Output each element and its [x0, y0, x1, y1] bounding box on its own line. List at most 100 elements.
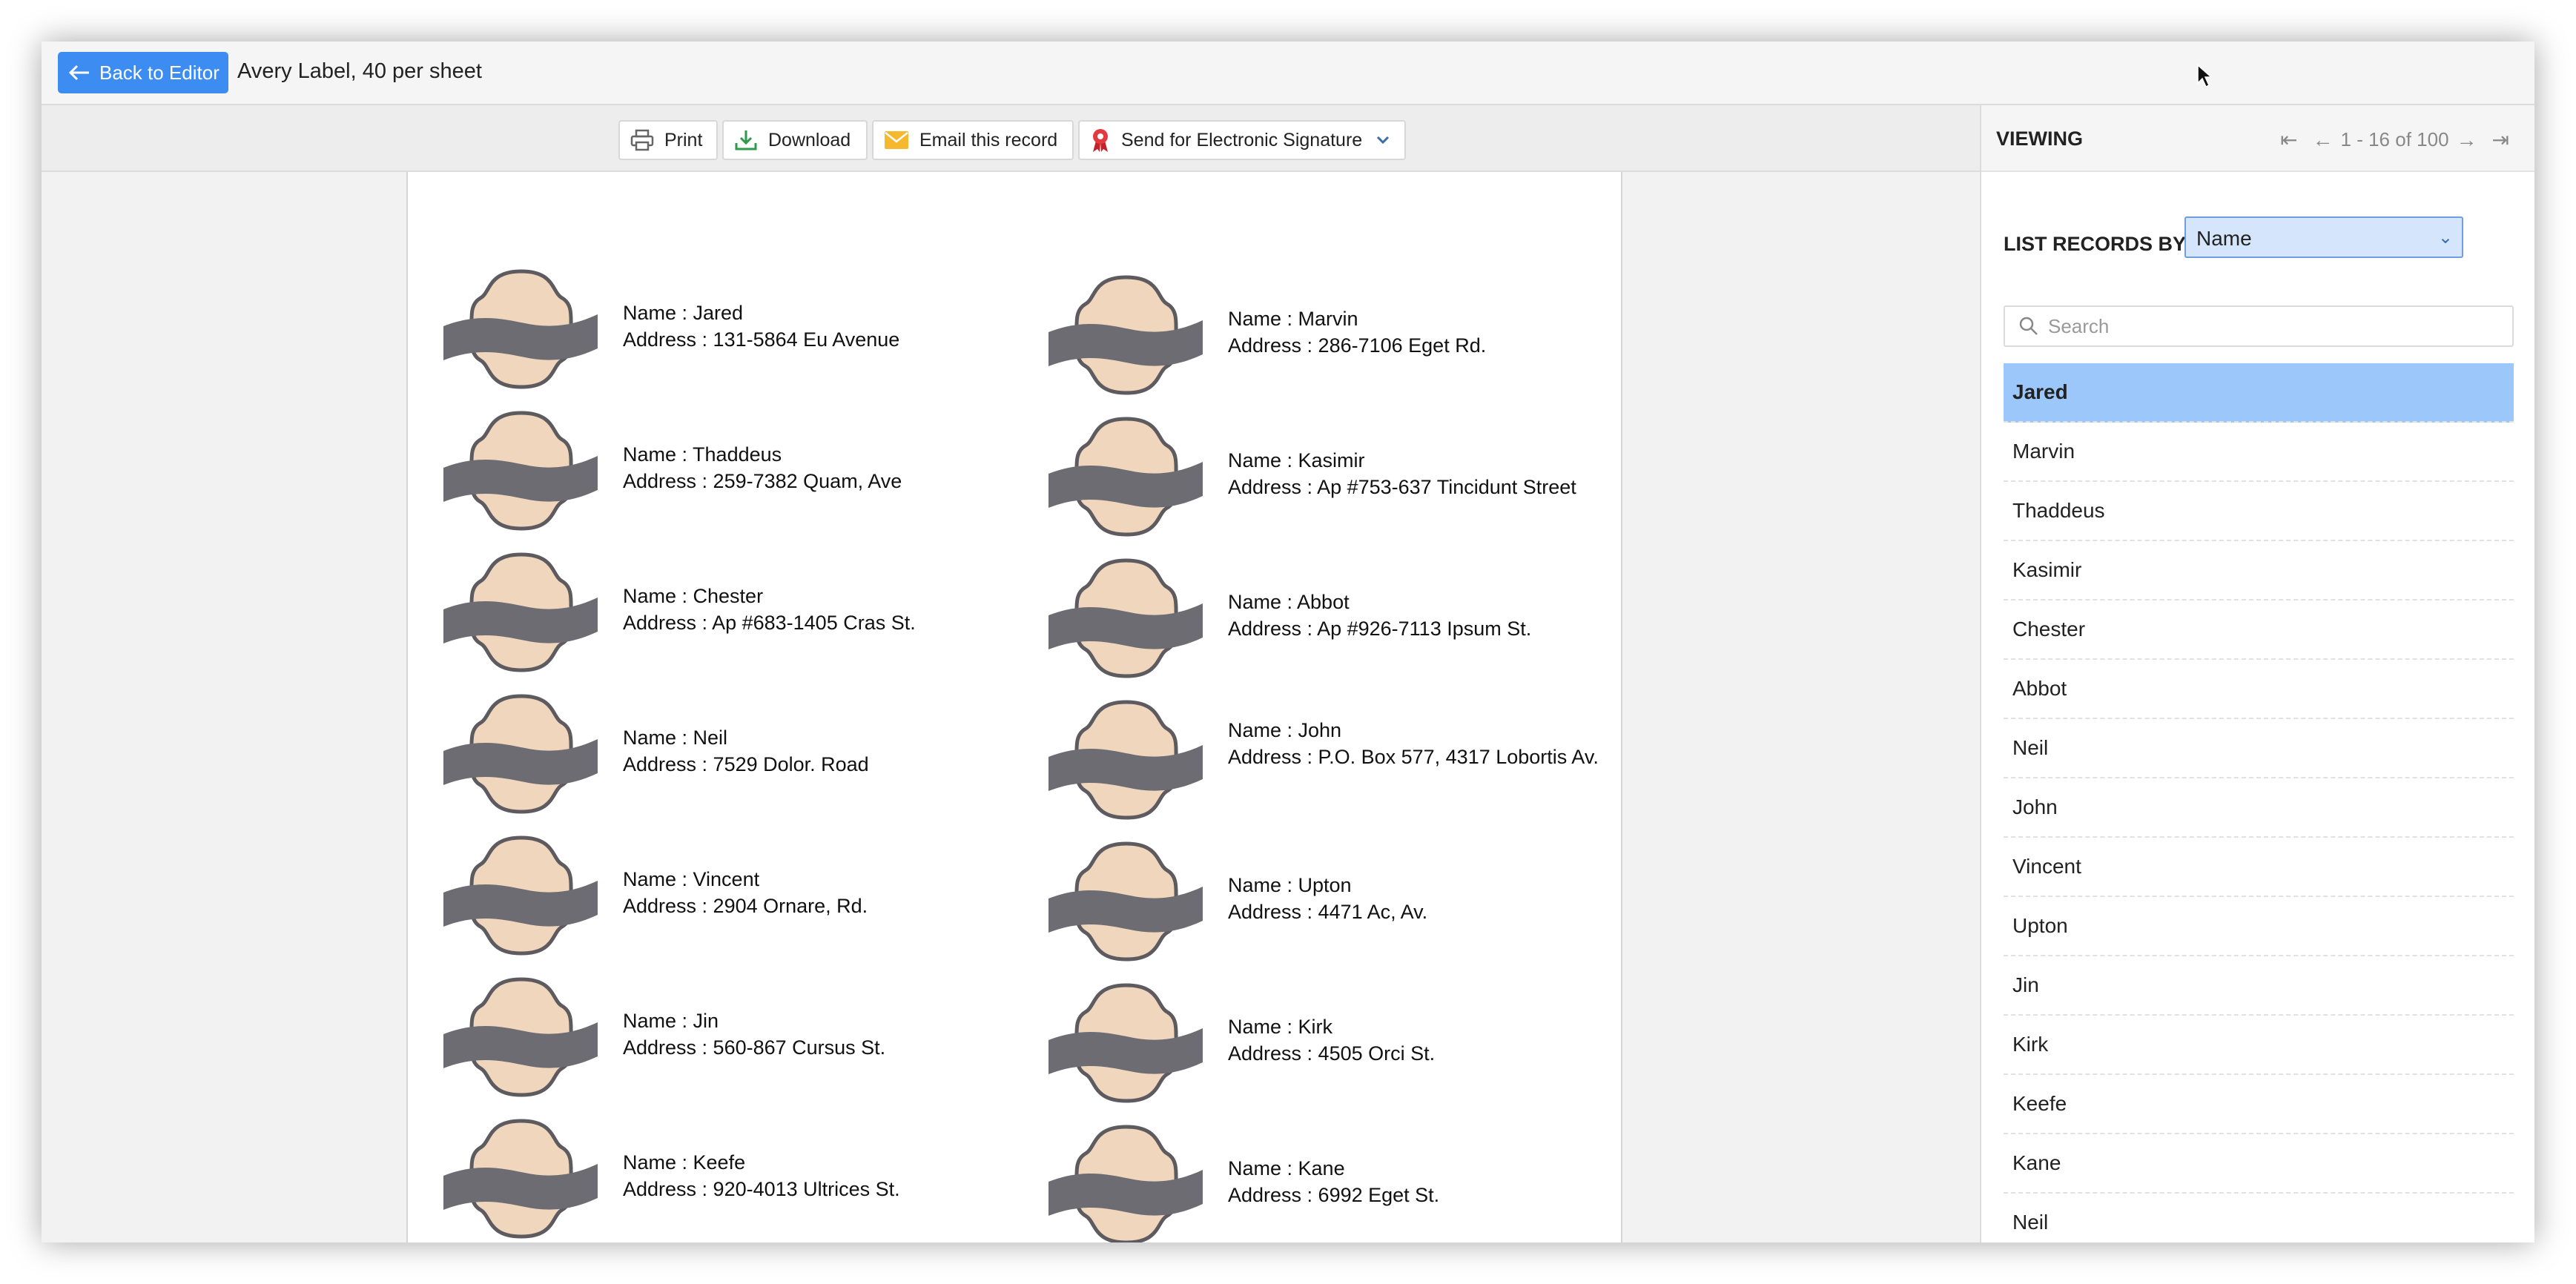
email-record-button[interactable]: Email this record: [872, 120, 1074, 160]
chevron-down-icon: [1377, 136, 1390, 145]
email-label: Email this record: [919, 129, 1058, 150]
label-text: Name : Neil Address : 7529 Dolor. Road: [623, 724, 1008, 778]
label-cell: Name : Neil Address : 7529 Dolor. Road: [442, 692, 1035, 818]
label-text: Name : Keefe Address : 920-4013 Ultrices …: [623, 1149, 1008, 1202]
label-name: Name : Kasimir: [1228, 449, 1365, 471]
printer-icon: [630, 129, 654, 151]
label-badge-icon: [443, 269, 598, 389]
label-cell: Name : Vincent Address : 2904 Ornare, Rd.: [442, 833, 1035, 959]
label-badge-icon: [1048, 558, 1203, 678]
record-list-item[interactable]: Thaddeus: [2004, 482, 2514, 541]
record-list-item[interactable]: Neil: [2004, 719, 2514, 778]
label-badge-icon: [1048, 841, 1203, 962]
record-list-item[interactable]: Kirk: [2004, 1016, 2514, 1075]
label-name: Name : Kane: [1228, 1157, 1345, 1179]
record-list-item[interactable]: Kasimir: [2004, 541, 2514, 600]
label-text: Name : Thaddeus Address : 259-7382 Quam, …: [623, 441, 1008, 494]
label-text: Name : Chester Address : Ap #683-1405 Cra…: [623, 583, 1008, 636]
label-address: Address : P.O. Box 577, 4317 Lobortis Av…: [1228, 746, 1599, 768]
back-to-editor-button[interactable]: Back to Editor: [58, 52, 228, 93]
label-cell: Name : Marvin Address : 286-7106 Eget Rd.: [1047, 273, 1640, 399]
viewing-heading: VIEWING: [1996, 128, 2084, 150]
label-sheet: Name : Jared Address : 131-5864 Eu Avenue…: [406, 172, 1622, 1242]
label-address: Address : 7529 Dolor. Road: [623, 753, 869, 775]
label-address: Address : 560-867 Cursus St.: [623, 1036, 886, 1059]
download-button[interactable]: Download: [722, 120, 868, 160]
record-list-item[interactable]: Chester: [2004, 600, 2514, 660]
previous-page-icon[interactable]: ←: [2313, 128, 2334, 152]
record-list-item[interactable]: Neil: [2004, 1194, 2514, 1242]
label-cell: Name : Chester Address : Ap #683-1405 Cra…: [442, 550, 1035, 676]
label-address: Address : Ap #683-1405 Cras St.: [623, 612, 916, 634]
mouse-cursor-icon: [2197, 64, 2213, 88]
label-name: Name : Thaddeus: [623, 443, 782, 466]
print-button[interactable]: Print: [618, 120, 718, 160]
label-address: Address : 6992 Eget St.: [1228, 1184, 1440, 1206]
label-cell: Name : Thaddeus Address : 259-7382 Quam, …: [442, 408, 1035, 535]
label-badge-icon: [1048, 983, 1203, 1103]
record-list-item[interactable]: Abbot: [2004, 660, 2514, 719]
search-input[interactable]: Search: [2004, 305, 2514, 347]
label-name: Name : Jared: [623, 302, 744, 324]
label-name: Name : Keefe: [623, 1151, 746, 1174]
label-cell: Name : Keefe Address : 920-4013 Ultrices …: [442, 1116, 1035, 1242]
label-badge-icon: [443, 411, 598, 531]
record-list-item[interactable]: Jared: [2004, 363, 2514, 423]
label-badge-icon: [443, 977, 598, 1097]
first-page-icon[interactable]: ⇤: [2280, 128, 2297, 152]
label-badge-icon: [443, 1119, 598, 1239]
next-page-icon[interactable]: →: [2457, 128, 2477, 152]
record-list-item[interactable]: Upton: [2004, 897, 2514, 956]
list-records-by-value: Name: [2196, 227, 2252, 250]
label-address: Address : 131-5864 Eu Avenue: [623, 328, 900, 351]
label-address: Address : 286-7106 Eget Rd.: [1228, 334, 1487, 357]
label-address: Address : 4471 Ac, Av.: [1228, 901, 1428, 923]
label-name: Name : John: [1228, 719, 1342, 741]
last-page-icon[interactable]: ⇥: [2492, 128, 2509, 152]
document-title: Avery Label, 40 per sheet: [237, 59, 482, 83]
label-address: Address : 920-4013 Ultrices St.: [623, 1178, 900, 1200]
label-text: Name : Marvin Address : 286-7106 Eget Rd.: [1228, 305, 1614, 359]
record-range: 1 - 16 of 100: [2340, 128, 2449, 150]
list-records-by-select[interactable]: Name ⌄: [2184, 216, 2463, 258]
label-name: Name : Chester: [623, 585, 764, 607]
electronic-signature-button[interactable]: Send for Electronic Signature: [1078, 120, 1406, 160]
label-name: Name : Marvin: [1228, 308, 1358, 330]
search-placeholder: Search: [2048, 314, 2110, 337]
record-list-item[interactable]: Kane: [2004, 1134, 2514, 1194]
preview-canvas: Name : Jared Address : 131-5864 Eu Avenue…: [42, 172, 1980, 1242]
download-label: Download: [768, 129, 851, 150]
record-list-item[interactable]: Jin: [2004, 956, 2514, 1016]
search-icon: [2019, 317, 2038, 335]
label-name: Name : Jin: [623, 1010, 719, 1032]
label-cell: Name : Abbot Address : Ap #926-7113 Ipsum…: [1047, 556, 1640, 682]
label-cell: Name : John Address : P.O. Box 577, 4317 …: [1047, 698, 1640, 824]
record-panel: VIEWING ⇤ ← 1 - 16 of 100 → ⇥ LIST RECOR…: [1980, 105, 2534, 1242]
label-name: Name : Upton: [1228, 874, 1352, 896]
record-list-item[interactable]: Vincent: [2004, 838, 2514, 897]
label-cell: Name : Upton Address : 4471 Ac, Av.: [1047, 839, 1640, 965]
toolbar: Print Download Email this record Send fo…: [42, 105, 1980, 172]
label-cell: Name : Kirk Address : 4505 Orci St.: [1047, 981, 1640, 1107]
label-address: Address : 259-7382 Quam, Ave: [623, 470, 902, 492]
label-text: Name : Abbot Address : Ap #926-7113 Ipsum…: [1228, 589, 1614, 642]
envelope-icon: [885, 131, 908, 149]
record-list-item[interactable]: John: [2004, 778, 2514, 838]
label-text: Name : Kirk Address : 4505 Orci St.: [1228, 1013, 1614, 1067]
label-cell: Name : Jin Address : 560-867 Cursus St.: [442, 975, 1035, 1101]
label-text: Name : John Address : P.O. Box 577, 4317 …: [1228, 717, 1614, 770]
arrow-left-icon: [68, 64, 89, 81]
label-text: Name : Kane Address : 6992 Eget St.: [1228, 1155, 1614, 1208]
label-badge-icon: [443, 835, 598, 956]
ribbon-seal-icon: [1093, 129, 1108, 152]
label-badge-icon: [1048, 275, 1203, 395]
label-badge-icon: [443, 552, 598, 672]
record-list-item[interactable]: Keefe: [2004, 1075, 2514, 1134]
label-address: Address : 2904 Ornare, Rd.: [623, 895, 868, 917]
label-text: Name : Kasimir Address : Ap #753-637 Tinc…: [1228, 447, 1614, 500]
panel-header: VIEWING ⇤ ← 1 - 16 of 100 → ⇥: [1981, 105, 2534, 172]
label-cell: Name : Jared Address : 131-5864 Eu Avenue: [442, 267, 1035, 393]
back-to-editor-label: Back to Editor: [99, 61, 219, 84]
label-badge-icon: [443, 694, 598, 814]
record-list-item[interactable]: Marvin: [2004, 423, 2514, 482]
